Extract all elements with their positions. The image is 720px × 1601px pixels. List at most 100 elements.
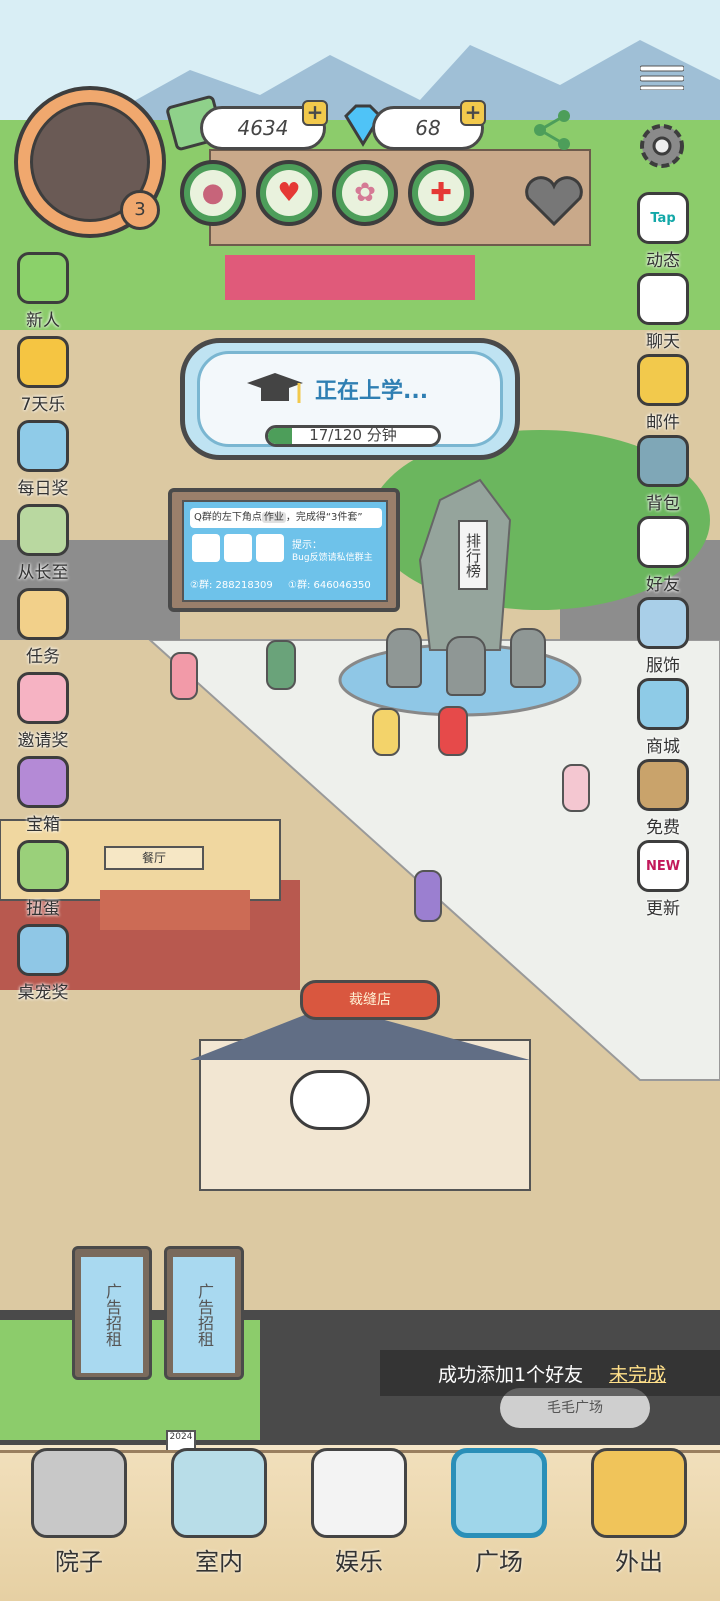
npc-character[interactable]	[372, 708, 400, 756]
coins-add-button[interactable]: +	[302, 100, 328, 126]
restaurant-sign[interactable]: 餐厅	[104, 846, 204, 870]
statue-3[interactable]	[510, 628, 546, 688]
notice-line1b-text: ，完成得“3件套”	[285, 512, 363, 523]
statue-1[interactable]	[386, 628, 422, 688]
left-menu-item[interactable]: 桌宠奖	[8, 924, 78, 1003]
medical-stat-button[interactable]: ✚	[408, 160, 474, 226]
ad-billboard-right[interactable]: 广告招租	[164, 1246, 244, 1380]
seven-days-icon	[17, 336, 69, 388]
settings-gear-icon[interactable]	[634, 118, 690, 174]
left-menu-item[interactable]: 从长至	[8, 504, 78, 583]
gacha-machine-icon	[17, 840, 69, 892]
statue-2[interactable]	[446, 636, 486, 696]
right-menu-badge: Tap	[650, 210, 676, 226]
tap-icon: Tap	[637, 192, 689, 244]
right-menu-item[interactable]: 服饰	[628, 597, 698, 676]
right-menu-item[interactable]: 聊天	[628, 273, 698, 352]
ad-billboard-left-text: 广告招租	[81, 1257, 143, 1373]
nav-tab-label: 院子	[55, 1548, 103, 1576]
ranking-sign[interactable]: 排行榜	[458, 520, 488, 590]
gamepad-icon	[311, 1448, 407, 1538]
ad-billboard-left[interactable]: 广告招租	[72, 1246, 152, 1380]
left-menu-item[interactable]: 邀请奖	[8, 672, 78, 751]
toast-status: 未完成	[609, 1363, 667, 1386]
tailor-shop-sign[interactable]: 裁缝店	[300, 980, 440, 1020]
free-house-icon	[637, 759, 689, 811]
right-menu-label: 邮件	[646, 413, 680, 433]
right-menu-item[interactable]: NEW 更新	[628, 840, 698, 919]
gift-icon	[17, 252, 69, 304]
left-menu-item[interactable]: 任务	[8, 588, 78, 667]
diamonds-add-button[interactable]: +	[460, 100, 486, 126]
friends-panda-icon	[637, 516, 689, 568]
task-clipboard-icon	[17, 588, 69, 640]
player-character[interactable]	[414, 870, 442, 922]
left-menu-label: 邀请奖	[17, 731, 69, 751]
plaza-building-icon	[451, 1448, 547, 1538]
notice-line1: Q群的左下角点 作业 ，完成得“3件套”	[190, 508, 382, 528]
mood-stat-button[interactable]: ✿	[332, 160, 398, 226]
broken-heart-icon	[522, 176, 586, 228]
notice-group1: ①群: 646046350	[288, 580, 371, 591]
npc-character[interactable]	[438, 706, 468, 756]
shop-icon	[637, 678, 689, 730]
reward-item-3	[256, 534, 284, 562]
tailor-panda[interactable]	[290, 1070, 370, 1130]
notice-hint-label: 提示：	[292, 540, 322, 551]
game-scene: 3 4634 + 68 + ● ♥ ✿ ✚ 正在上学... 17/120 分钟	[0, 0, 720, 1601]
right-menu-item[interactable]: 免费	[628, 759, 698, 838]
menu-icon[interactable]	[639, 64, 685, 91]
study-status-text: 正在上学...	[315, 379, 429, 404]
right-menu-label: 聊天	[646, 332, 680, 352]
npc-character[interactable]	[170, 652, 198, 700]
right-menu-item[interactable]: Tap 动态	[628, 192, 698, 271]
right-menu-item[interactable]: 好友	[628, 516, 698, 595]
nav-tab[interactable]: 外出	[574, 1440, 704, 1601]
right-menu-label: 动态	[646, 251, 680, 271]
desk-pet-icon	[17, 924, 69, 976]
invite-panda-icon	[17, 672, 69, 724]
left-menu-label: 桌宠奖	[17, 983, 69, 1003]
hunger-stat-button[interactable]: ●	[180, 160, 246, 226]
right-menu-label: 服饰	[646, 656, 680, 676]
share-icon[interactable]	[530, 108, 574, 152]
nav-tab-label: 广场	[475, 1548, 523, 1576]
npc-character[interactable]	[562, 764, 590, 812]
task-toast[interactable]: 成功添加1个好友 未完成	[380, 1350, 720, 1396]
right-menu-item[interactable]: 商城	[628, 678, 698, 757]
clothing-icon	[637, 597, 689, 649]
indoor-bed-icon	[171, 1448, 267, 1538]
chat-bubble-icon	[637, 273, 689, 325]
level-badge: 3	[120, 190, 160, 230]
right-menu-item[interactable]: 背包	[628, 435, 698, 514]
backpack-icon	[637, 435, 689, 487]
left-menu-label: 从长至	[17, 563, 69, 583]
nav-tab[interactable]: 室内	[154, 1440, 284, 1601]
nav-tab[interactable]: 广场	[434, 1440, 564, 1601]
left-menu-label: 任务	[26, 647, 60, 667]
left-menu-item[interactable]: 每日奖	[8, 420, 78, 499]
nav-tab[interactable]: 娱乐	[294, 1440, 424, 1601]
reward-item-1	[192, 534, 220, 562]
nav-tab[interactable]: 院子	[14, 1440, 144, 1601]
left-menu-item[interactable]: 7天乐	[8, 336, 78, 415]
right-menu-item[interactable]: 邮件	[628, 354, 698, 433]
study-progress-text: 17/120 分钟	[309, 426, 397, 444]
brain-icon: ✿	[342, 170, 388, 216]
health-stat-button[interactable]: ♥	[256, 160, 322, 226]
left-menu-item[interactable]: 宝箱	[8, 756, 78, 835]
left-menu-item[interactable]: 新人	[8, 252, 78, 331]
left-menu-label: 7天乐	[20, 395, 66, 415]
study-status-panel[interactable]: 正在上学... 17/120 分钟	[180, 338, 520, 460]
update-icon: NEW	[637, 840, 689, 892]
npc-character[interactable]	[266, 640, 296, 690]
heart-icon: ♥	[266, 170, 312, 216]
left-menu-label: 扭蛋	[26, 899, 60, 919]
meat-icon: ●	[190, 170, 236, 216]
notice-board[interactable]: Q群的左下角点 作业 ，完成得“3件套” 提示： Bug反馈请私信群主 ②群: 28…	[168, 488, 400, 612]
notice-line1-text: Q群的左下角点	[194, 512, 262, 523]
video-reward-icon	[17, 420, 69, 472]
nav-tab-label: 室内	[195, 1548, 243, 1576]
notice-hint-text: Bug反馈请私信群主	[292, 553, 373, 563]
left-menu-item[interactable]: 扭蛋	[8, 840, 78, 919]
